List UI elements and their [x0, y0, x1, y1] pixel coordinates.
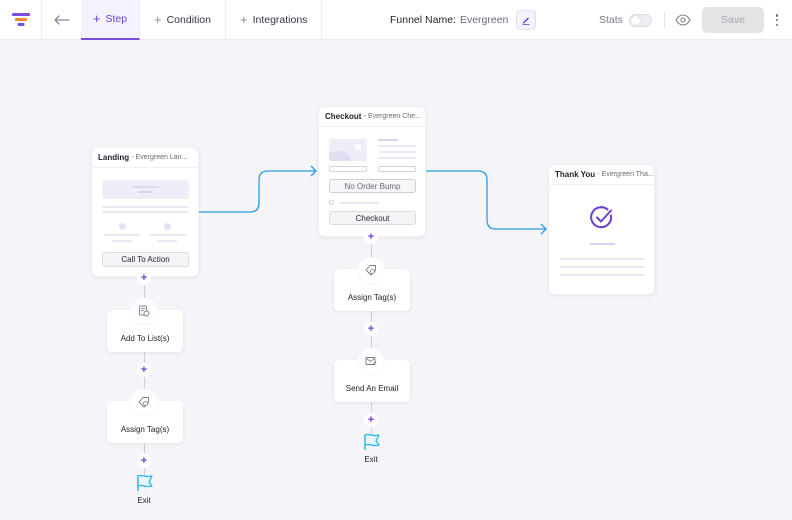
arrow-left-icon	[53, 14, 70, 25]
step-name: - Evergreen Tha...	[597, 171, 654, 178]
placeholder-line	[378, 151, 416, 153]
add-step-button[interactable]: +	[364, 322, 378, 336]
action-icon-circle	[358, 348, 384, 374]
funnel-name-value: Evergreen	[459, 14, 509, 26]
action-icon-circle	[131, 298, 157, 324]
placeholder-line	[102, 211, 189, 213]
hero-placeholder	[102, 180, 189, 199]
plus-icon: +	[154, 12, 162, 27]
edit-funnel-name-button[interactable]	[516, 10, 537, 30]
step-name: - Evergreen Lan...	[131, 154, 188, 161]
placeholder-dot	[119, 223, 126, 230]
funnel-name: Funnel Name: Evergreen	[390, 0, 537, 40]
placeholder-line	[132, 186, 159, 188]
checkbox-placeholder	[329, 200, 334, 205]
plus-icon: +	[92, 11, 101, 26]
tab-integrations-label: Integrations	[252, 13, 308, 26]
check-circle-icon	[590, 206, 613, 229]
back-button[interactable]	[42, 0, 81, 40]
stats-label: Stats	[599, 14, 623, 26]
placeholder-line	[378, 139, 398, 141]
action-label: Send An Email	[345, 384, 399, 393]
placeholder-line	[590, 243, 615, 245]
tab-condition-label: Condition	[166, 13, 211, 26]
image-placeholder	[329, 139, 367, 161]
call-to-action-button[interactable]: Call To Action	[102, 252, 189, 267]
stats-toggle[interactable]	[628, 13, 652, 27]
kebab-dot	[775, 18, 779, 22]
placeholder-line	[560, 266, 645, 268]
placeholder-line	[378, 157, 416, 159]
placeholder-line	[560, 258, 645, 260]
step-card-header: Checkout - Evergreen Che...	[319, 107, 425, 127]
step-name: - Evergreen Che...	[363, 113, 421, 120]
action-icon-circle	[358, 257, 384, 283]
add-step-button[interactable]: +	[137, 454, 151, 468]
image-placeholder-sun	[355, 144, 361, 150]
exit-flag-icon	[137, 474, 153, 491]
placeholder-line	[102, 206, 189, 208]
add-step-button[interactable]: +	[364, 413, 378, 427]
kebab-dot	[775, 23, 779, 26]
step-card-thankyou[interactable]: Thank You - Evergreen Tha...	[548, 164, 655, 295]
top-toolbar: + Step + Condition + Integrations Funnel…	[0, 0, 792, 40]
step-card-landing[interactable]: Landing - Evergreen Lan... Call To Actio…	[91, 147, 199, 277]
exit-node[interactable]: Exit	[129, 496, 159, 505]
placeholder-line	[157, 240, 177, 242]
plus-icon: +	[239, 12, 248, 27]
tab-condition[interactable]: + Condition	[140, 0, 226, 40]
placeholder-line	[560, 274, 645, 276]
step-card-checkout[interactable]: Checkout - Evergreen Che... No Order Bum…	[318, 106, 426, 237]
placeholder-line	[112, 240, 132, 242]
action-label: Assign Tag(s)	[347, 293, 397, 302]
step-card-header: Thank You - Evergreen Tha...	[549, 165, 654, 185]
list-add-icon	[139, 305, 150, 317]
placeholder-line	[150, 234, 186, 236]
eye-icon	[675, 14, 691, 26]
checkout-button[interactable]: Checkout	[329, 211, 416, 225]
exit-flag-icon	[364, 433, 380, 450]
kebab-menu-icon	[775, 14, 779, 17]
add-step-button[interactable]: +	[137, 363, 151, 377]
tag-icon	[365, 265, 376, 276]
funnel-name-label: Funnel Name:	[390, 14, 456, 26]
action-icon-circle	[131, 389, 157, 415]
placeholder-line	[138, 191, 152, 193]
tab-step[interactable]: + Step	[81, 0, 140, 40]
email-icon	[365, 357, 377, 366]
funnel-logo-icon[interactable]	[0, 0, 42, 40]
order-bump-placeholder[interactable]: No Order Bump	[329, 179, 416, 193]
placeholder-line	[104, 234, 140, 236]
input-placeholder	[329, 166, 367, 172]
input-placeholder	[378, 166, 416, 172]
stats-toggle-group: Stats	[599, 0, 652, 40]
add-step-button[interactable]: +	[137, 271, 151, 285]
step-type: Thank You	[555, 170, 596, 179]
tab-step-label: Step	[105, 12, 128, 25]
more-options-button[interactable]	[771, 12, 783, 28]
add-step-button[interactable]: +	[364, 230, 378, 244]
save-button[interactable]: Save	[702, 7, 764, 33]
image-placeholder-hill	[329, 151, 351, 161]
placeholder-line	[378, 145, 416, 147]
action-label: Add To List(s)	[120, 334, 170, 343]
step-type: Landing	[98, 153, 130, 162]
action-label: Assign Tag(s)	[120, 425, 170, 434]
pencil-icon	[522, 17, 530, 25]
tab-integrations[interactable]: + Integrations	[226, 0, 323, 40]
step-card-header: Landing - Evergreen Lan...	[92, 148, 198, 168]
exit-node[interactable]: Exit	[356, 455, 386, 464]
step-type: Checkout	[325, 112, 362, 121]
placeholder-line	[339, 202, 379, 204]
preview-button[interactable]	[675, 12, 691, 28]
tag-icon	[138, 397, 149, 408]
divider	[664, 12, 665, 28]
placeholder-dot	[164, 223, 171, 230]
